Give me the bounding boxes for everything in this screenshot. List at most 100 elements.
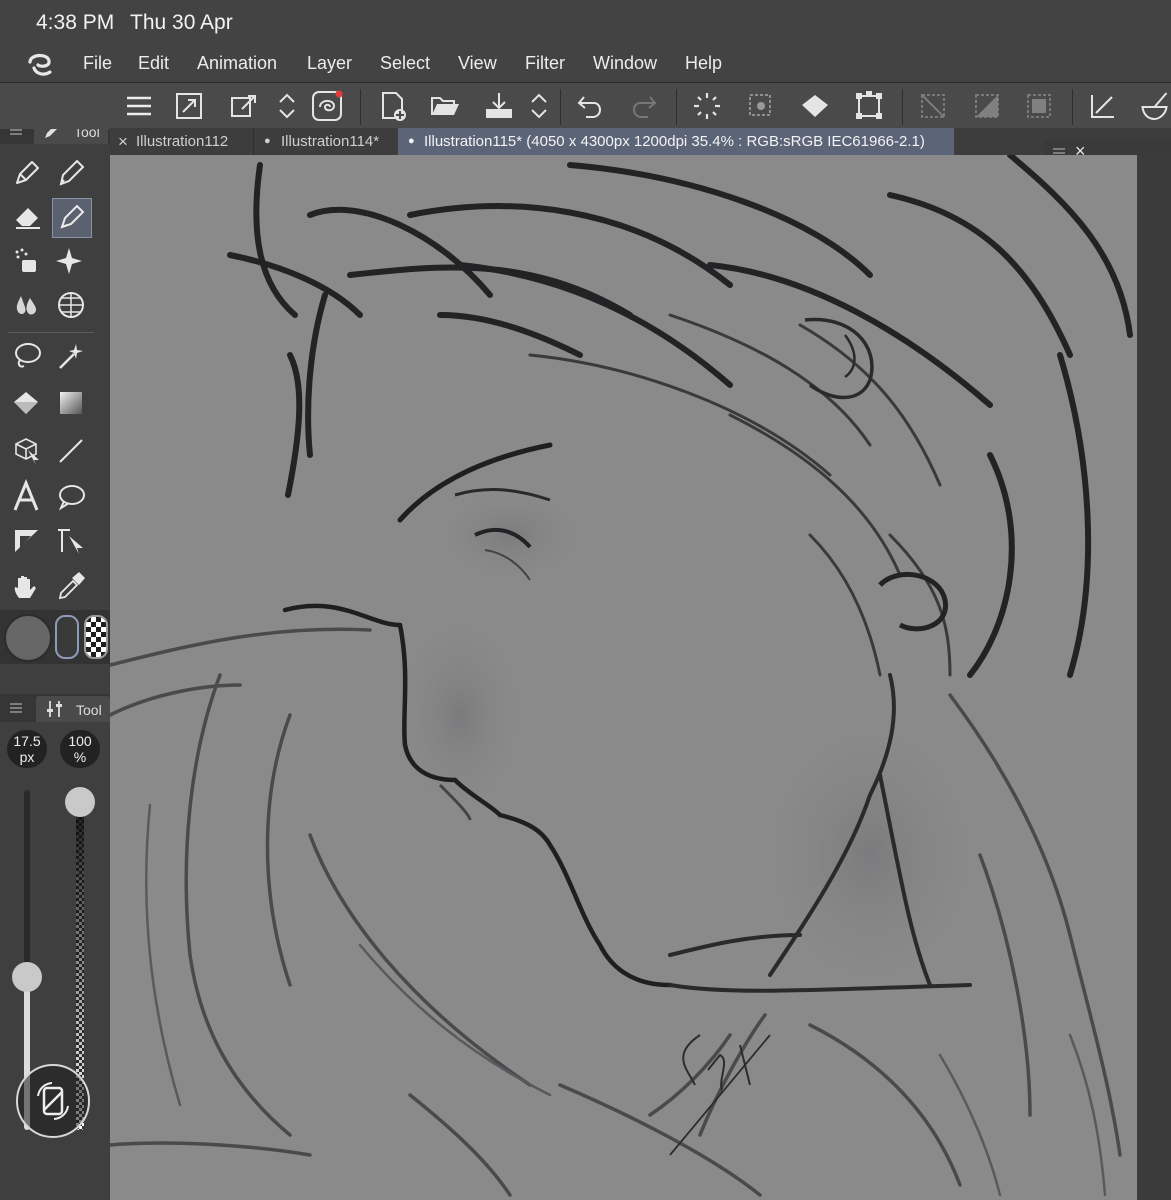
- redo-icon[interactable]: [626, 89, 660, 123]
- lasso-icon: [15, 343, 41, 368]
- new-canvas-icon[interactable]: [376, 89, 410, 123]
- brush-size-value: 17.5: [13, 733, 41, 749]
- tool-lasso[interactable]: [8, 338, 46, 376]
- tool-correct-line[interactable]: [52, 522, 90, 560]
- modifier-toggle-icon: [37, 1082, 69, 1120]
- tool-airbrush[interactable]: [8, 242, 46, 280]
- tool-text[interactable]: [8, 478, 46, 516]
- opacity-readout[interactable]: 100 %: [60, 730, 100, 768]
- fill-selection-icon[interactable]: [798, 89, 832, 123]
- status-bar: 4:38 PM Thu 30 Apr: [0, 0, 1171, 46]
- brush-size-unit: px: [19, 749, 35, 765]
- tool-pen[interactable]: [8, 154, 46, 192]
- menu-view[interactable]: View: [458, 53, 497, 74]
- tool-gradient[interactable]: [52, 384, 90, 422]
- sub-color-swatch[interactable]: [55, 615, 79, 659]
- ruler-snap-icon[interactable]: [1086, 89, 1120, 123]
- menu-filter[interactable]: Filter: [525, 53, 565, 74]
- tool-magic-wand[interactable]: [52, 338, 90, 376]
- open-folder-icon[interactable]: [428, 89, 462, 123]
- tool-eraser[interactable]: [8, 198, 46, 236]
- tool-property-icon: [47, 701, 62, 717]
- sparkle-icon: [56, 248, 82, 274]
- tool-hand[interactable]: [8, 568, 46, 606]
- tab-label: Illustration112: [136, 133, 229, 150]
- tab-label: Illustration115* (4050 x 4300px 1200dpi …: [424, 133, 925, 150]
- tool-property-header: Tool: [0, 694, 110, 722]
- tool-figure-ruler[interactable]: [52, 286, 90, 324]
- deselect-icon[interactable]: [916, 89, 950, 123]
- chevron-updown-icon[interactable]: [270, 89, 304, 123]
- tool-eyedropper[interactable]: [52, 568, 90, 606]
- tool-pencil[interactable]: [52, 154, 90, 192]
- fit-screen-icon[interactable]: [172, 89, 206, 123]
- menu-file[interactable]: File: [83, 53, 112, 74]
- status-time: 4:38 PM: [36, 11, 115, 34]
- sketch-artwork: [110, 155, 1133, 1197]
- tool-blend[interactable]: [8, 286, 46, 324]
- menu-animation[interactable]: Animation: [197, 53, 277, 74]
- pencil-icon: [59, 159, 85, 186]
- command-bar: [0, 82, 1171, 129]
- eraser-icon: [16, 208, 40, 229]
- menu-bar: File Edit Animation Layer Select View Fi…: [0, 46, 1171, 82]
- tool-fill[interactable]: [8, 384, 46, 422]
- toolbar-separator: [902, 89, 903, 125]
- menu-edit[interactable]: Edit: [138, 53, 169, 74]
- transparent-color-swatch[interactable]: [84, 615, 108, 659]
- tool-property-title: Tool: [76, 702, 102, 718]
- tool-decoration[interactable]: [52, 242, 90, 280]
- drawing-canvas[interactable]: [110, 155, 1137, 1200]
- tool-property-tab[interactable]: Tool: [36, 696, 110, 722]
- chevron-updown-icon[interactable]: [522, 89, 556, 123]
- blend-drops-icon: [16, 296, 37, 315]
- eyedropper-icon: [58, 572, 85, 600]
- tab-modified-dot-icon: ●: [264, 135, 271, 147]
- tool-brush-selected[interactable]: [52, 198, 92, 238]
- clip-studio-swirl-icon[interactable]: [310, 89, 344, 123]
- menu-window[interactable]: Window: [593, 53, 657, 74]
- hand-icon: [14, 576, 36, 598]
- quick-undo-button[interactable]: [16, 1064, 90, 1138]
- airbrush-icon: [15, 248, 36, 272]
- app-logo-icon[interactable]: [24, 50, 56, 80]
- tool-operation[interactable]: [8, 432, 46, 470]
- invert-selection-icon[interactable]: [970, 89, 1004, 123]
- tab-illustration112[interactable]: × Illustration112: [110, 128, 252, 155]
- gradient-icon: [60, 392, 82, 414]
- tab-illustration114[interactable]: ● Illustration114*: [253, 128, 398, 155]
- tab-close-icon[interactable]: ×: [118, 128, 128, 155]
- frame-border-icon: [15, 530, 38, 552]
- save-download-icon[interactable]: [482, 89, 516, 123]
- menu-select[interactable]: Select: [380, 53, 430, 74]
- toolbar-separator: [560, 89, 561, 125]
- left-panel: Tool Tool 17.5 px 100 %: [0, 82, 111, 1200]
- brush-size-readout[interactable]: 17.5 px: [7, 730, 47, 768]
- toolbar-separator: [360, 89, 361, 125]
- opacity-unit: %: [73, 749, 87, 765]
- brush-bowl-icon[interactable]: [1136, 89, 1171, 123]
- tool-balloon[interactable]: [52, 478, 90, 516]
- grid-ruler-icon: [58, 292, 84, 318]
- clear-layer-icon[interactable]: [690, 89, 724, 123]
- transform-icon[interactable]: [852, 89, 886, 123]
- menu-help[interactable]: Help: [685, 53, 722, 74]
- tool-line[interactable]: [52, 432, 90, 470]
- undo-icon[interactable]: [574, 89, 608, 123]
- correct-line-icon: [58, 529, 83, 554]
- tab-illustration115-active[interactable]: ● Illustration115* (4050 x 4300px 1200dp…: [398, 128, 954, 155]
- clear-outside-selection-icon[interactable]: [744, 89, 778, 123]
- text-a-icon: [13, 479, 39, 511]
- export-image-icon[interactable]: [226, 89, 260, 123]
- document-tab-bar: × Illustration112 ● Illustration114* ● I…: [110, 128, 1171, 155]
- tool-divider: [8, 332, 94, 333]
- brush-size-knob[interactable]: [12, 962, 42, 992]
- main-color-swatch[interactable]: [4, 614, 52, 662]
- opacity-knob[interactable]: [65, 787, 95, 817]
- hamburger-menu-icon[interactable]: [122, 89, 156, 123]
- tab-label: Illustration114*: [281, 133, 380, 150]
- menu-layer[interactable]: Layer: [307, 53, 352, 74]
- tool-frame-border[interactable]: [8, 522, 46, 560]
- panel-menu-icon[interactable]: [9, 702, 23, 714]
- selection-border-icon[interactable]: [1022, 89, 1056, 123]
